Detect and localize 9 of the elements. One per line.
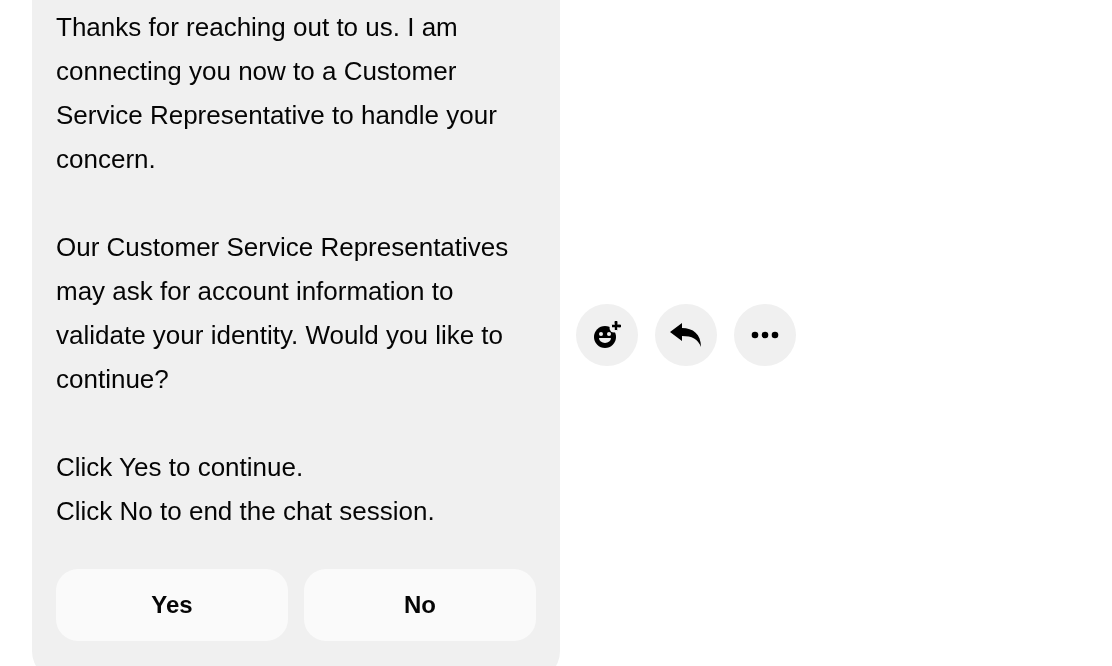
reply-option-button[interactable]: Yes — [56, 569, 288, 641]
more-icon — [751, 331, 779, 339]
message-text: Click Yes to continue. — [56, 451, 305, 484]
reply-arrow-icon — [669, 322, 703, 348]
smiley-plus-icon — [592, 320, 622, 350]
message-text: Thanks for reaching out to us. I am connecting you now to a Customer Service Representative to handle your concern. — [56, 11, 498, 176]
message-text: Click No to end the chat session. — [56, 495, 436, 528]
reply-option-button[interactable]: No — [304, 569, 536, 641]
message-text: Our Customer Service Representatives may ask for account information to validate your identity. Would you like to continue? — [56, 231, 510, 396]
